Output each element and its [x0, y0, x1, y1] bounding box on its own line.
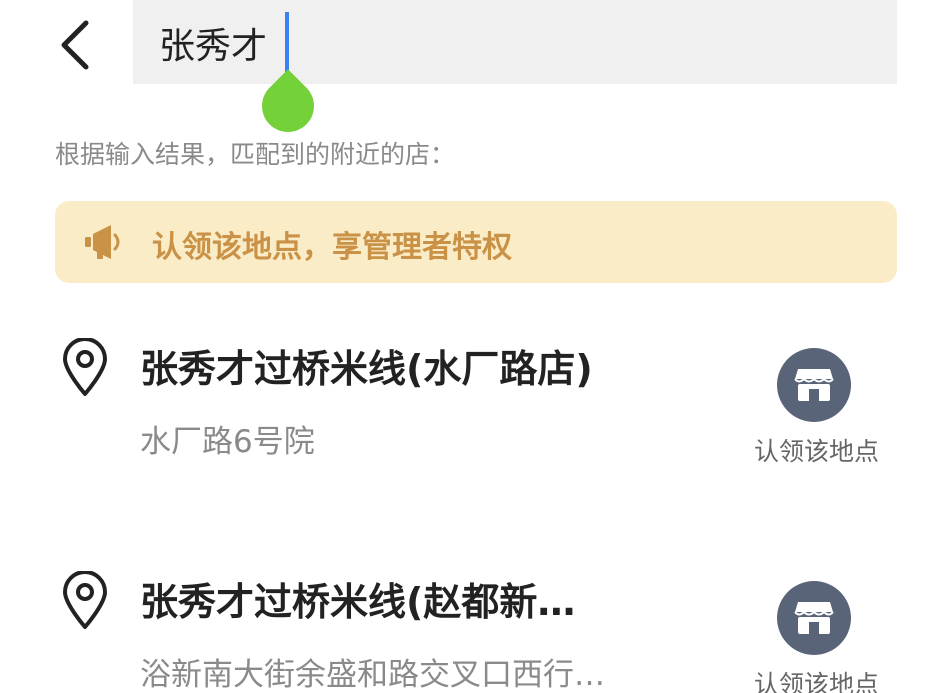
match-hint-text: 根据输入结果，匹配到的附近的店：: [55, 140, 456, 169]
store-result-item[interactable]: 张秀才过桥米线(赵都新… 浴新南大街余盛和路交叉口西行… 认领该地点: [0, 563, 950, 693]
claim-location-button[interactable]: 认领该地点: [744, 581, 889, 693]
store-result-item[interactable]: 张秀才过桥米线(水厂路店) 水厂路6号院 认领该地点: [0, 330, 950, 480]
search-input[interactable]: [159, 14, 799, 72]
store-name: 张秀才过桥米线(赵都新…: [140, 580, 576, 624]
store-name: 张秀才过桥米线(水厂路店): [140, 347, 593, 391]
claim-location-button[interactable]: 认领该地点: [744, 348, 889, 468]
storefront-icon-badge: [777, 581, 851, 655]
location-pin-icon: [63, 338, 107, 396]
search-box[interactable]: [133, 0, 897, 84]
storefront-icon-badge: [777, 348, 851, 422]
claim-banner-text: 认领该地点，享管理者特权: [152, 230, 512, 265]
storefront-icon: [794, 602, 834, 634]
claim-location-label: 认领该地点: [753, 437, 879, 466]
claim-banner[interactable]: 认领该地点，享管理者特权: [55, 201, 897, 283]
location-pin-icon: [63, 571, 107, 629]
storefront-icon: [794, 369, 834, 401]
store-address: 浴新南大街余盛和路交叉口西行…: [140, 657, 605, 693]
text-caret: [285, 12, 289, 74]
back-button[interactable]: [48, 14, 100, 76]
search-store-page: 根据输入结果，匹配到的附近的店： 认领该地点，享管理者特权 张秀才过桥米线(水厂…: [0, 0, 950, 693]
chevron-left-icon: [61, 20, 89, 70]
megaphone-icon: [85, 225, 120, 259]
store-address: 水厂路6号院: [140, 424, 315, 460]
claim-location-label: 认领该地点: [753, 670, 879, 693]
